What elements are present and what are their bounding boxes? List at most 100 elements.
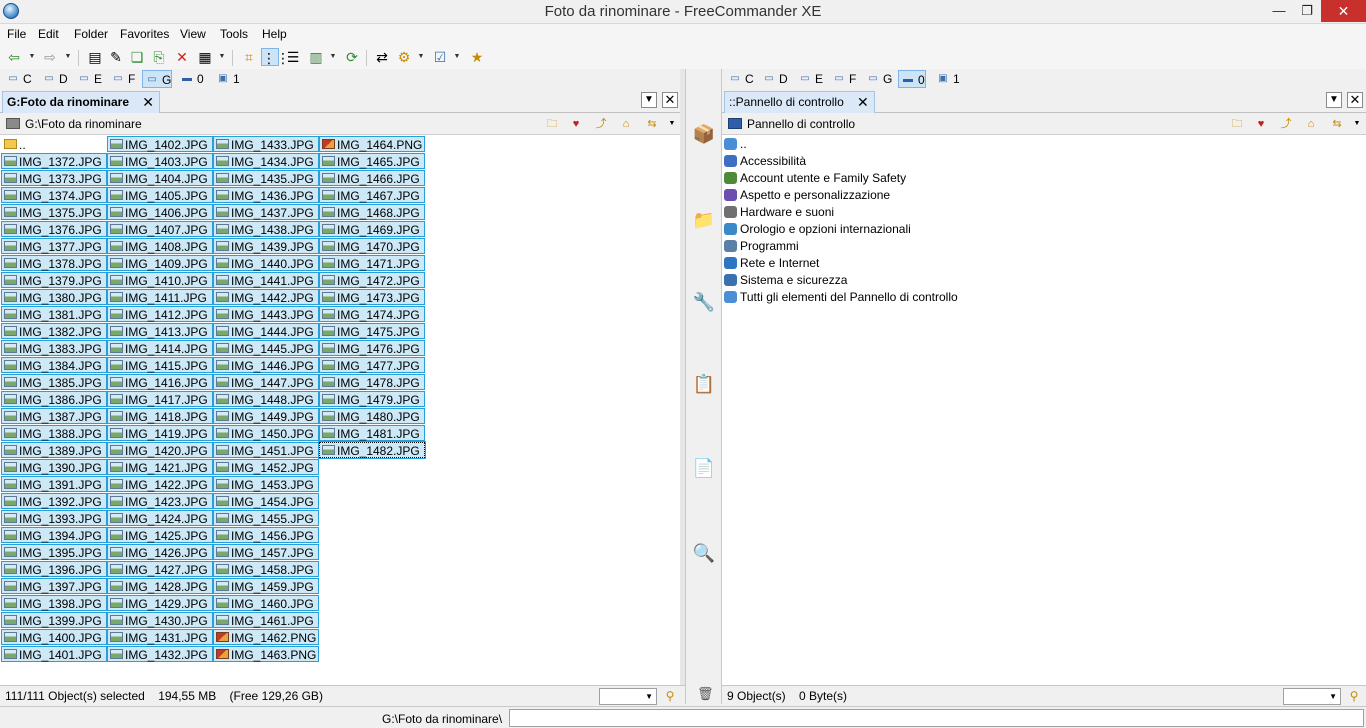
file-item[interactable]: IMG_1412.JPG bbox=[107, 306, 213, 322]
copy-button[interactable]: 📋 bbox=[692, 372, 716, 396]
file-item[interactable]: IMG_1411.JPG bbox=[107, 289, 213, 305]
file-item[interactable]: IMG_1475.JPG bbox=[319, 323, 425, 339]
rename-dropdown-icon[interactable]: ▼ bbox=[453, 48, 461, 66]
right-filter-combo[interactable]: ▼ bbox=[1283, 688, 1341, 705]
menu-file[interactable]: File bbox=[7, 26, 26, 42]
tab-list-dropdown-icon[interactable]: ▼ bbox=[641, 92, 657, 108]
folder-sync-icon[interactable]: ⇆ bbox=[1329, 116, 1345, 132]
left-filter-combo[interactable]: ▼ bbox=[599, 688, 657, 705]
left-path[interactable]: G:\Foto da rinominare bbox=[25, 117, 142, 131]
file-item[interactable]: IMG_1379.JPG bbox=[1, 272, 107, 288]
drive-e-button[interactable]: ▭ E bbox=[75, 70, 102, 88]
file-item[interactable]: IMG_1408.JPG bbox=[107, 238, 213, 254]
file-item[interactable]: IMG_1410.JPG bbox=[107, 272, 213, 288]
file-item[interactable]: IMG_1391.JPG bbox=[1, 476, 107, 492]
menu-edit[interactable]: Edit bbox=[38, 26, 59, 42]
menu-folder[interactable]: Folder bbox=[74, 26, 108, 42]
pack-button[interactable]: 📦 bbox=[692, 122, 716, 146]
file-item[interactable]: IMG_1476.JPG bbox=[319, 340, 425, 356]
control-panel-item[interactable]: Hardware e suoni bbox=[724, 204, 834, 220]
file-item[interactable]: IMG_1416.JPG bbox=[107, 374, 213, 390]
control-panel-item[interactable]: Orologio e opzioni internazionali bbox=[724, 221, 911, 237]
file-item[interactable]: IMG_1399.JPG bbox=[1, 612, 107, 628]
file-item[interactable]: IMG_1436.JPG bbox=[213, 187, 319, 203]
file-item[interactable]: IMG_1459.JPG bbox=[213, 578, 319, 594]
file-item[interactable]: IMG_1458.JPG bbox=[213, 561, 319, 577]
filter-icon[interactable]: ⚲ bbox=[662, 689, 678, 703]
view-file-button[interactable]: 📁 bbox=[692, 208, 716, 232]
file-item[interactable]: IMG_1467.JPG bbox=[319, 187, 425, 203]
file-item[interactable]: IMG_1449.JPG bbox=[213, 408, 319, 424]
file-item[interactable]: IMG_1474.JPG bbox=[319, 306, 425, 322]
file-item[interactable]: IMG_1461.JPG bbox=[213, 612, 319, 628]
properties-icon[interactable]: ▦ bbox=[196, 48, 214, 66]
file-item[interactable]: IMG_1393.JPG bbox=[1, 510, 107, 526]
file-item[interactable]: IMG_1473.JPG bbox=[319, 289, 425, 305]
drive-c-button[interactable]: ▭ C bbox=[4, 70, 31, 88]
file-item[interactable]: IMG_1385.JPG bbox=[1, 374, 107, 390]
file-item[interactable]: IMG_1451.JPG bbox=[213, 442, 319, 458]
close-icon[interactable]: ✕ bbox=[857, 92, 869, 112]
root-folder-icon[interactable]: ⌂ bbox=[1303, 116, 1319, 132]
file-item[interactable]: IMG_1478.JPG bbox=[319, 374, 425, 390]
file-item[interactable]: IMG_1469.JPG bbox=[319, 221, 425, 237]
properties-dropdown-icon[interactable]: ▼ bbox=[218, 48, 226, 66]
control-panel-item[interactable]: Aspetto e personalizzazione bbox=[724, 187, 890, 203]
parent-folder-icon[interactable]: ⤴ bbox=[593, 116, 609, 132]
file-item[interactable]: IMG_1468.JPG bbox=[319, 204, 425, 220]
close-button[interactable]: ✕ bbox=[1321, 0, 1366, 22]
file-item[interactable]: IMG_1464.PNG bbox=[319, 136, 425, 152]
control-panel-item[interactable]: Sistema e sicurezza bbox=[724, 272, 847, 288]
file-item[interactable]: IMG_1377.JPG bbox=[1, 238, 107, 254]
back-dropdown-icon[interactable]: ▼ bbox=[28, 48, 36, 66]
file-item[interactable]: IMG_1400.JPG bbox=[1, 629, 107, 645]
edit-file-icon[interactable]: ✎ bbox=[107, 48, 125, 66]
file-item[interactable]: IMG_1389.JPG bbox=[1, 442, 107, 458]
file-item[interactable]: IMG_1386.JPG bbox=[1, 391, 107, 407]
file-item[interactable]: IMG_1427.JPG bbox=[107, 561, 213, 577]
tools-button[interactable]: 🔧 bbox=[692, 290, 716, 314]
view-file-icon[interactable]: ▤ bbox=[86, 48, 104, 66]
tab-pannello-di-controllo[interactable]: ::Pannello di controllo ✕ bbox=[724, 91, 875, 113]
forward-dropdown-icon[interactable]: ▼ bbox=[64, 48, 72, 66]
menu-help[interactable]: Help bbox=[262, 26, 287, 42]
file-item[interactable]: IMG_1372.JPG bbox=[1, 153, 107, 169]
file-item[interactable]: IMG_1460.JPG bbox=[213, 595, 319, 611]
file-item[interactable]: IMG_1465.JPG bbox=[319, 153, 425, 169]
favorite-folder-icon[interactable]: ♥ bbox=[568, 116, 584, 132]
file-item[interactable]: IMG_1403.JPG bbox=[107, 153, 213, 169]
file-item[interactable]: IMG_1396.JPG bbox=[1, 561, 107, 577]
file-item[interactable]: IMG_1401.JPG bbox=[1, 646, 107, 662]
file-item[interactable]: IMG_1406.JPG bbox=[107, 204, 213, 220]
file-item[interactable]: IMG_1448.JPG bbox=[213, 391, 319, 407]
close-tab-icon[interactable]: ✕ bbox=[662, 92, 678, 108]
sync-dropdown-icon[interactable]: ▼ bbox=[417, 48, 425, 66]
file-item[interactable]: IMG_1443.JPG bbox=[213, 306, 319, 322]
file-item[interactable]: IMG_1466.JPG bbox=[319, 170, 425, 186]
file-item[interactable]: IMG_1450.JPG bbox=[213, 425, 319, 441]
file-item[interactable]: IMG_1435.JPG bbox=[213, 170, 319, 186]
back-icon[interactable]: ⇦ bbox=[5, 48, 23, 66]
folder-sync-icon[interactable]: ⇆ bbox=[644, 116, 660, 132]
file-item[interactable]: IMG_1413.JPG bbox=[107, 323, 213, 339]
file-item[interactable]: IMG_1432.JPG bbox=[107, 646, 213, 662]
drive-e-button[interactable]: ▭ E bbox=[796, 70, 823, 88]
favorite-folder-icon[interactable]: ♥ bbox=[1253, 116, 1269, 132]
file-item[interactable]: IMG_1409.JPG bbox=[107, 255, 213, 271]
file-item[interactable]: IMG_1457.JPG bbox=[213, 544, 319, 560]
delete-icon[interactable]: ✕ bbox=[173, 48, 191, 66]
parent-dir-item[interactable]: .. bbox=[1, 136, 107, 152]
drive-1-button[interactable]: ▣ 1 bbox=[214, 70, 239, 88]
tab-list-dropdown-icon[interactable]: ▼ bbox=[1326, 92, 1342, 108]
file-item[interactable]: IMG_1419.JPG bbox=[107, 425, 213, 441]
file-item[interactable]: IMG_1433.JPG bbox=[213, 136, 319, 152]
parent-folder-icon[interactable]: ⤴ bbox=[1278, 116, 1294, 132]
search-button[interactable]: 🔍 bbox=[692, 541, 716, 565]
file-item[interactable]: IMG_1446.JPG bbox=[213, 357, 319, 373]
file-item[interactable]: IMG_1425.JPG bbox=[107, 527, 213, 543]
file-item[interactable]: IMG_1387.JPG bbox=[1, 408, 107, 424]
sync-icon[interactable]: ⚙ bbox=[395, 48, 413, 66]
file-item[interactable]: IMG_1382.JPG bbox=[1, 323, 107, 339]
file-item[interactable]: IMG_1376.JPG bbox=[1, 221, 107, 237]
file-item[interactable]: IMG_1471.JPG bbox=[319, 255, 425, 271]
